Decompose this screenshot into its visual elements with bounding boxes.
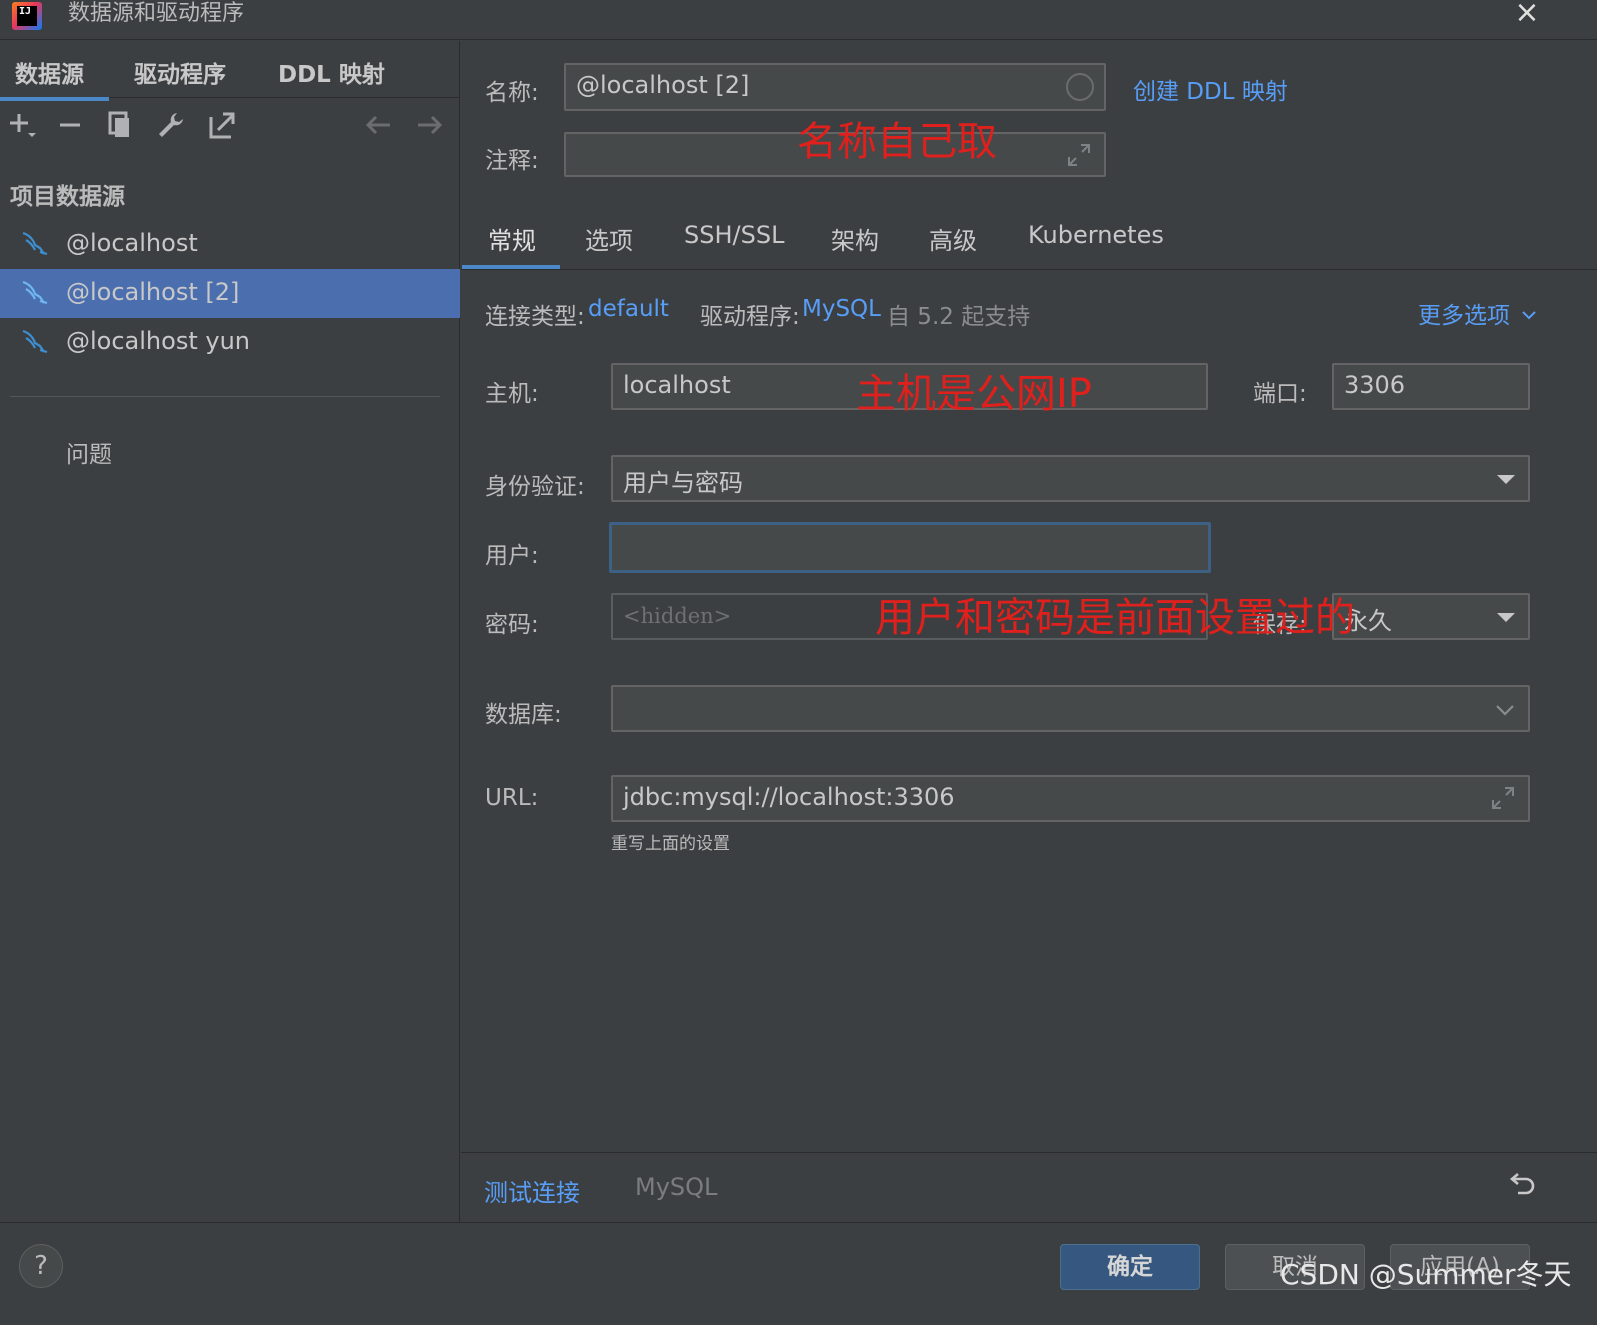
close-icon[interactable]: × [1512,0,1542,28]
left-panel: 数据源 驱动程序 DDL 映射 项目数据源 @localhost @localh… [0,41,460,1223]
datasource-item-selected[interactable]: @localhost [2] [0,269,460,318]
copy-icon[interactable] [104,109,136,141]
ok-button[interactable]: 确定 [1060,1244,1200,1290]
user-label: 用户: [485,543,539,569]
tab-options[interactable]: 选项 [585,221,633,256]
csdn-watermark: CSDN @Summer冬天 [1280,1258,1572,1291]
tab-ddl-mappings[interactable]: DDL 映射 [278,55,385,89]
mysql-dolphin-icon [22,329,48,354]
tab-schemas[interactable]: 架构 [831,221,879,256]
revert-icon[interactable] [1506,1171,1538,1203]
bottom-separator [461,1152,1597,1153]
save-mode-select[interactable]: 永久 [1332,593,1530,640]
annotation-host: 主机是公网IP [856,371,1092,417]
add-icon[interactable] [6,109,38,141]
url-label: URL: [485,785,539,811]
auth-label: 身份验证: [485,474,585,500]
host-value: localhost [623,371,731,399]
host-label: 主机: [485,381,539,407]
dropdown-arrow-icon [1497,613,1515,622]
issues-item[interactable]: 问题 [66,435,112,469]
window-title: 数据源和驱动程序 [68,1,245,26]
url-input[interactable]: jdbc:mysql://localhost:3306 [611,775,1530,822]
auth-value: 用户与密码 [623,469,743,497]
back-arrow-icon[interactable] [362,109,394,141]
project-data-sources-heading: 项目数据源 [10,184,125,210]
remove-icon[interactable] [54,109,86,141]
name-value: @localhost [2] [576,71,750,99]
tabs-separator [461,269,1597,270]
port-label: 端口: [1253,381,1307,407]
url-hint: 重写上面的设置 [611,834,730,854]
name-field[interactable]: @localhost [2] [564,63,1106,111]
tab-ssh-ssl[interactable]: SSH/SSL [684,221,784,249]
password-placeholder: <hidden> [623,604,732,628]
chevron-down-icon [1522,311,1537,320]
right-panel: 名称: @localhost [2] 创建 DDL 映射 注释: 名称自己取 常… [461,41,1597,1223]
create-ddl-mapping-link[interactable]: 创建 DDL 映射 [1133,72,1288,106]
annotation-name: 名称自己取 [797,119,997,165]
forward-arrow-icon[interactable] [414,109,446,141]
intellij-logo-icon: IJ [12,2,42,30]
tab-drivers[interactable]: 驱动程序 [134,55,226,89]
driver-label: 驱动程序: [700,304,800,330]
auth-select[interactable]: 用户与密码 [611,455,1530,502]
dropdown-arrow-icon [1497,475,1515,484]
tab-general[interactable]: 常规 [488,221,536,256]
connection-type-label: 连接类型: [485,304,585,330]
driver-version-note: 自 5.2 起支持 [887,304,1031,330]
connection-type-link[interactable]: default [588,296,669,322]
chevron-down-icon [1496,705,1514,716]
more-options-label: 更多选项 [1418,303,1510,329]
datasource-label: @localhost yun [66,327,250,355]
port-input[interactable]: 3306 [1332,363,1530,410]
mysql-dolphin-icon [22,280,48,305]
datasource-item[interactable]: @localhost yun [0,318,460,367]
mysql-dolphin-icon [22,231,48,256]
name-label: 名称: [485,80,539,106]
port-value: 3306 [1344,371,1406,399]
jump-to-icon[interactable] [206,109,238,141]
help-button[interactable]: ? [19,1244,63,1288]
test-connection-link[interactable]: 测试连接 [484,1173,580,1208]
url-value: jdbc:mysql://localhost:3306 [623,783,955,811]
user-input[interactable] [609,522,1211,573]
footer-separator [0,1222,1597,1223]
color-circle-icon[interactable] [1066,73,1094,101]
expand-icon[interactable] [1490,785,1516,811]
left-toolbar [0,99,460,155]
datasource-label: @localhost [66,229,198,257]
left-tabs: 数据源 驱动程序 DDL 映射 [0,41,460,101]
wrench-icon[interactable] [155,109,187,141]
tab-advanced[interactable]: 高级 [929,221,977,256]
comment-label: 注释: [485,148,539,174]
datasource-item[interactable]: @localhost [0,220,460,269]
database-select[interactable] [611,685,1530,732]
title-bar: IJ 数据源和驱动程序 × [0,0,1597,40]
divider [10,396,440,397]
tab-data-sources[interactable]: 数据源 [0,55,109,101]
driver-link[interactable]: MySQL [802,296,881,322]
datasource-label: @localhost [2] [66,278,240,306]
driver-name-label: MySQL [635,1173,718,1201]
database-label: 数据库: [485,702,562,728]
expand-icon[interactable] [1066,142,1092,168]
annotation-user-password: 用户和密码是前面设置过的 [875,595,1355,641]
password-label: 密码: [485,612,539,638]
more-options-button[interactable]: 更多选项 [1418,296,1537,330]
tab-kubernetes[interactable]: Kubernetes [1028,221,1164,249]
